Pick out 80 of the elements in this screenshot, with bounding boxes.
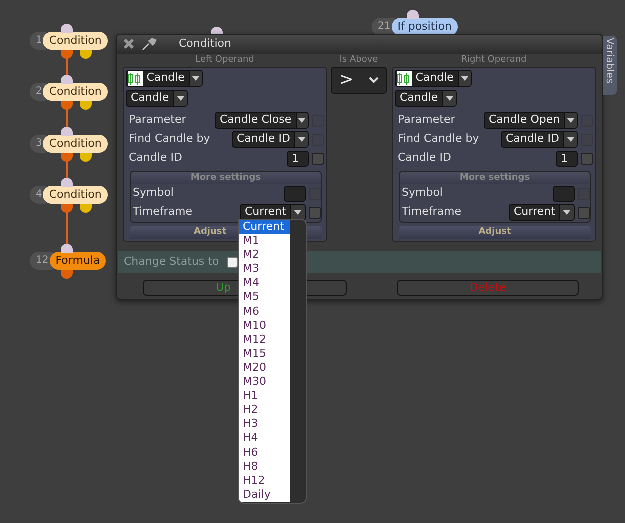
type-select[interactable]: Candle <box>395 90 457 107</box>
dropdown-option[interactable]: H2 <box>239 403 290 418</box>
caret-icon <box>559 205 574 220</box>
node-label[interactable]: Condition <box>43 83 108 101</box>
dropdown-option[interactable]: Daily <box>239 488 290 502</box>
dropdown-option[interactable]: M6 <box>239 304 290 319</box>
field-label: Timeframe <box>133 204 194 220</box>
dropdown-option[interactable]: M30 <box>239 375 290 390</box>
dropdown-option[interactable]: H3 <box>239 417 290 432</box>
field-label: Parameter <box>398 112 456 128</box>
select-field[interactable]: Candle Close <box>215 112 309 129</box>
adjust-bar[interactable]: Adjust <box>399 226 591 239</box>
input-field[interactable]: 1 <box>556 150 578 166</box>
field-label: Find Candle by <box>398 131 480 148</box>
field-label: Timeframe <box>402 204 463 220</box>
dropdown-option[interactable]: M12 <box>239 332 290 347</box>
node-label[interactable]: Formula <box>50 252 106 270</box>
candle-icon <box>397 71 412 86</box>
dialog-title: Condition <box>179 36 232 52</box>
input-field[interactable] <box>284 186 306 202</box>
caret-icon <box>563 132 577 147</box>
operator-select[interactable]: > <box>331 67 387 94</box>
pin-icon[interactable] <box>141 36 159 53</box>
field-label: Symbol <box>402 185 444 202</box>
dropdown-option[interactable]: M20 <box>239 360 290 376</box>
dropdown-option[interactable]: M3 <box>239 262 290 276</box>
checkbox[interactable] <box>227 256 238 268</box>
caret-icon <box>173 91 187 106</box>
operand-heading: Left Operand <box>194 54 256 67</box>
dropdown-option[interactable]: Current <box>239 220 290 234</box>
node-label[interactable]: Condition <box>43 32 108 50</box>
type-select[interactable]: Candle <box>126 90 188 107</box>
caret-icon <box>442 91 456 106</box>
caret-icon <box>564 113 577 128</box>
caret-icon <box>294 132 308 147</box>
select-field[interactable]: Candle Open <box>484 112 578 129</box>
node-number: 12 <box>30 252 53 270</box>
dropdown-option[interactable]: H6 <box>239 446 290 460</box>
node-number: 4 <box>30 186 46 204</box>
node-label[interactable]: Condition <box>43 186 108 204</box>
field-label: Symbol <box>133 185 175 202</box>
operator-heading: Is Above <box>338 54 380 67</box>
field-label: Find Candle by <box>129 131 212 148</box>
field-label: Candle ID <box>398 150 452 166</box>
node-label[interactable]: Condition <box>43 135 108 153</box>
status-label: Change Status to <box>124 254 220 270</box>
dropdown-option[interactable]: H4 <box>239 431 290 446</box>
group-heading: More settings <box>131 172 321 184</box>
input-field[interactable]: 1 <box>287 150 309 166</box>
source-select[interactable]: Candle <box>126 70 203 87</box>
checkbox[interactable] <box>581 152 593 164</box>
checkbox[interactable] <box>312 152 324 164</box>
chevron-icon <box>368 77 379 84</box>
dropdown-option[interactable]: M4 <box>239 276 290 290</box>
caret-icon <box>296 113 308 128</box>
field-label: Candle ID <box>129 150 184 166</box>
candle-icon <box>128 71 143 86</box>
input-field[interactable] <box>553 186 575 202</box>
source-select[interactable]: Candle <box>395 70 472 87</box>
node-number: 3 <box>30 135 46 153</box>
dropdown-option[interactable]: H8 <box>239 460 290 474</box>
caret-icon <box>458 71 471 86</box>
node-number: 2 <box>30 83 46 101</box>
select-field[interactable]: Candle ID <box>501 131 578 148</box>
select-field[interactable]: Candle ID <box>232 131 309 148</box>
group-heading: More settings <box>400 172 590 184</box>
node-number: 1 <box>30 32 46 50</box>
checkbox[interactable] <box>578 206 590 218</box>
variables-tab[interactable]: Variables <box>603 36 617 95</box>
checkbox[interactable] <box>309 206 321 218</box>
select-field[interactable]: Current <box>509 204 575 221</box>
dropdown-option[interactable]: M15 <box>239 346 290 361</box>
dropdown-option[interactable]: M10 <box>239 318 290 333</box>
field-label: Parameter <box>129 112 188 128</box>
operand-heading: Right Operand <box>460 54 528 67</box>
dropdown-option[interactable]: H1 <box>239 389 290 404</box>
dropdown-option[interactable]: M5 <box>239 290 290 305</box>
caret-icon <box>188 71 202 86</box>
dropdown-option[interactable]: H12 <box>239 474 290 488</box>
dropdown-option[interactable]: M2 <box>239 248 290 262</box>
